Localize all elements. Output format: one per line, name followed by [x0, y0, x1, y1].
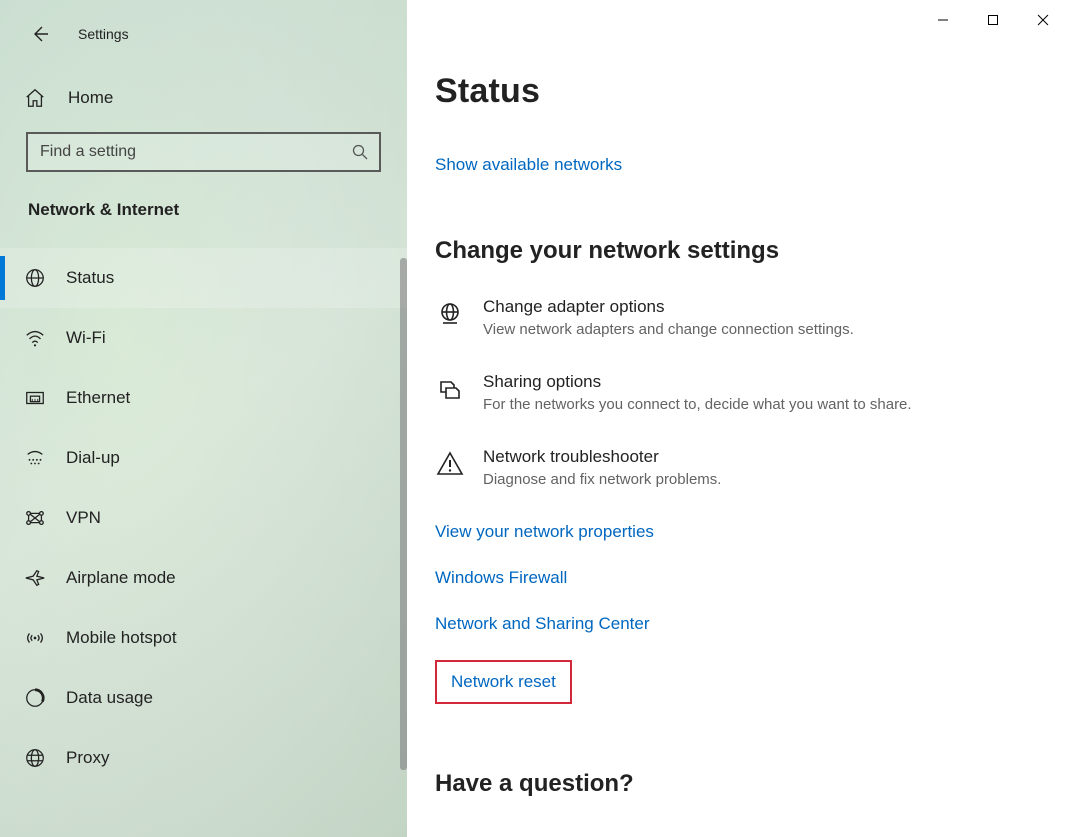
nav-label: Status	[66, 268, 114, 288]
nav-item-wi-fi[interactable]: Wi-Fi	[0, 308, 407, 368]
nav-label: Dial-up	[66, 448, 120, 468]
wifi-icon	[24, 327, 46, 349]
setting-desc: Diagnose and fix network problems.	[483, 471, 1028, 488]
show-networks-link[interactable]: Show available networks	[435, 155, 622, 175]
nav-label: Proxy	[66, 748, 109, 768]
nav-label: Airplane mode	[66, 568, 176, 588]
nav-label: Ethernet	[66, 388, 130, 408]
search-box[interactable]	[26, 132, 381, 172]
nav-item-status[interactable]: Status	[0, 248, 407, 308]
setting-desc: View network adapters and change connect…	[483, 321, 1028, 338]
nav-label: Mobile hotspot	[66, 628, 177, 648]
question-heading: Have a question?	[435, 770, 1028, 798]
setting-title: Network troubleshooter	[483, 447, 1028, 467]
adapter-icon	[435, 299, 465, 329]
back-button[interactable]	[24, 18, 56, 50]
link-network-and-sharing-center[interactable]: Network and Sharing Center	[435, 614, 650, 634]
link-network-reset[interactable]: Network reset	[451, 672, 556, 692]
sidebar: Settings Home Network & Internet Status …	[0, 0, 407, 837]
airplane-icon	[24, 567, 46, 589]
link-view-your-network-properties[interactable]: View your network properties	[435, 522, 654, 542]
setting-title: Change adapter options	[483, 297, 1028, 317]
minimize-button[interactable]	[918, 2, 968, 38]
home-icon	[24, 87, 46, 109]
search-icon	[351, 143, 369, 161]
hotspot-icon	[24, 627, 46, 649]
setting-network-troubleshooter[interactable]: Network troubleshooter Diagnose and fix …	[435, 447, 1028, 488]
ethernet-icon	[24, 387, 46, 409]
maximize-button[interactable]	[968, 2, 1018, 38]
nav-item-mobile-hotspot[interactable]: Mobile hotspot	[0, 608, 407, 668]
troubleshoot-icon	[435, 449, 465, 479]
nav-item-data-usage[interactable]: Data usage	[0, 668, 407, 728]
nav-item-airplane-mode[interactable]: Airplane mode	[0, 548, 407, 608]
nav-item-vpn[interactable]: VPN	[0, 488, 407, 548]
setting-change-adapter-options[interactable]: Change adapter options View network adap…	[435, 297, 1028, 338]
content-pane: Status Show available networks Change yo…	[407, 0, 1068, 837]
nav-item-proxy[interactable]: Proxy	[0, 728, 407, 788]
sidebar-scrollbar[interactable]	[400, 258, 407, 770]
category-label: Network & Internet	[0, 172, 407, 230]
window-title: Settings	[78, 26, 129, 42]
sharing-icon	[435, 374, 465, 404]
page-title: Status	[435, 72, 1028, 111]
proxy-icon	[24, 747, 46, 769]
setting-desc: For the networks you connect to, decide …	[483, 396, 1028, 413]
search-input[interactable]	[40, 143, 351, 161]
nav-label: Wi-Fi	[66, 328, 106, 348]
datausage-icon	[24, 687, 46, 709]
nav-label: Data usage	[66, 688, 153, 708]
vpn-icon	[24, 507, 46, 529]
home-nav[interactable]: Home	[0, 70, 407, 126]
nav-item-ethernet[interactable]: Ethernet	[0, 368, 407, 428]
home-label: Home	[68, 88, 113, 108]
highlight-box: Network reset	[435, 660, 572, 704]
nav-label: VPN	[66, 508, 101, 528]
setting-sharing-options[interactable]: Sharing options For the networks you con…	[435, 372, 1028, 413]
nav-item-dial-up[interactable]: Dial-up	[0, 428, 407, 488]
close-button[interactable]	[1018, 2, 1068, 38]
setting-title: Sharing options	[483, 372, 1028, 392]
change-settings-heading: Change your network settings	[435, 237, 1028, 265]
link-windows-firewall[interactable]: Windows Firewall	[435, 568, 567, 588]
globe-icon	[24, 267, 46, 289]
dialup-icon	[24, 447, 46, 469]
